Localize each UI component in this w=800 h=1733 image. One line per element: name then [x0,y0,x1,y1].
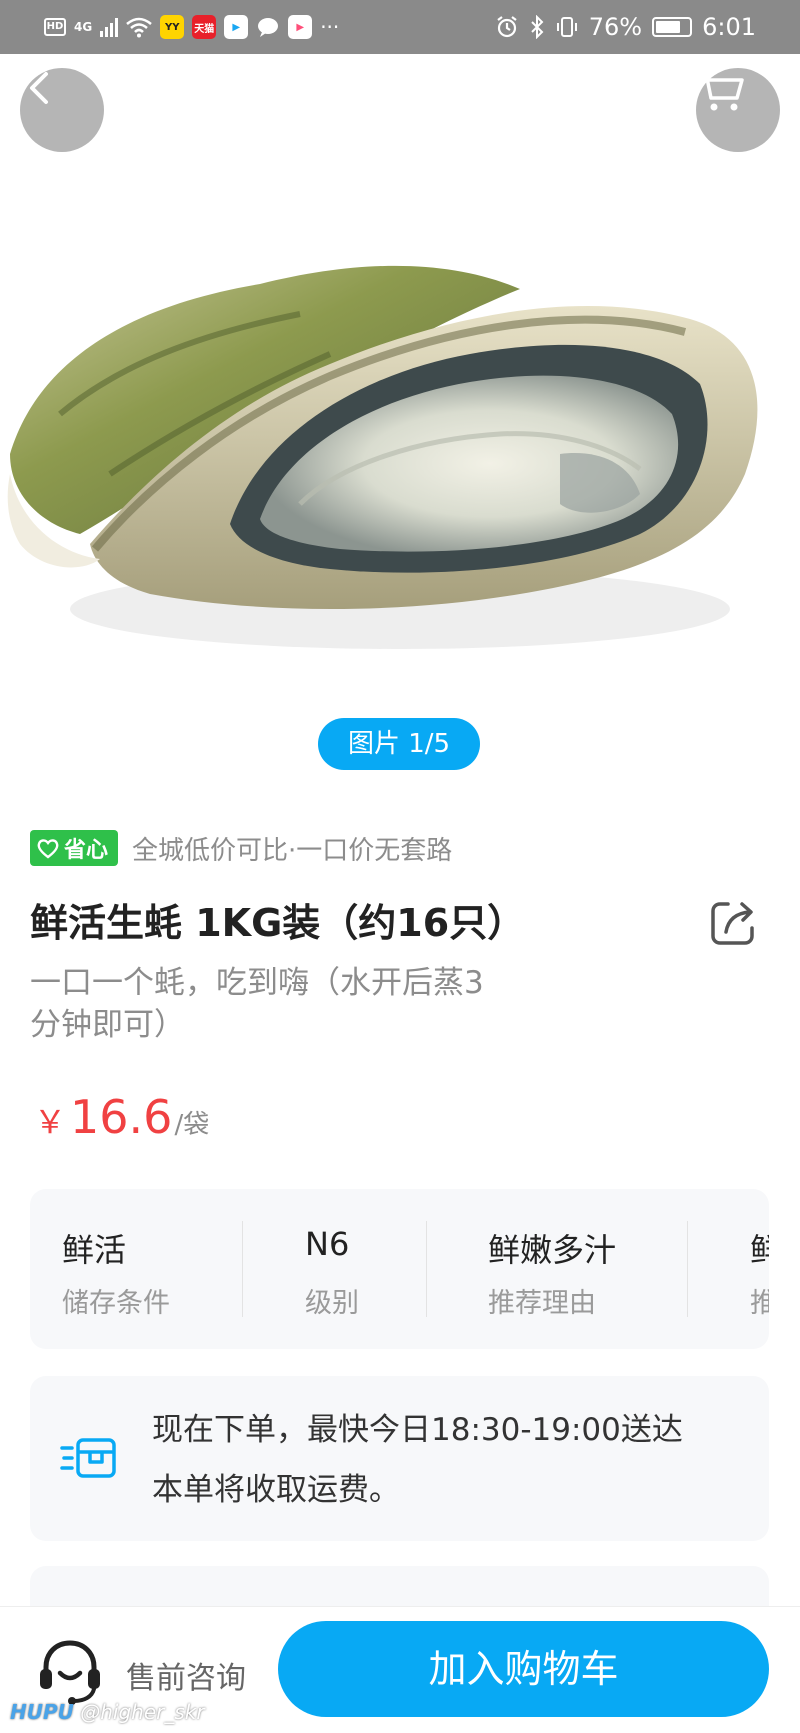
hd-icon: HD [44,18,66,36]
oyster-image [7,265,758,649]
spec-card[interactable]: 鲜活 储存条件 N6 级别 鲜嫩多汁 推荐理由 鲜 推 [30,1189,769,1349]
bluetooth-icon [531,15,544,39]
app-badge-tmall-icon: 天猫 [192,15,217,39]
share-icon[interactable] [706,896,760,950]
chat-bubble-icon [258,18,279,37]
delivery-fee-note: 本单将收取运费。 [152,1472,400,1508]
divider [242,1221,243,1317]
spec-value: N6 [305,1225,350,1263]
spec-label: 储存条件 [62,1288,170,1319]
battery-icon [652,17,693,37]
add-to-cart-button[interactable]: 加入购物车 [278,1621,769,1717]
app-badge-yy-icon: YY [160,15,185,39]
spec-value: 鲜 [750,1231,769,1269]
price-value: 16.6 [70,1090,173,1144]
watermark-brand: HUPU [10,1700,74,1724]
worry-free-badge: 省心 [30,830,119,866]
spec-label: 级别 [305,1288,359,1319]
wifi-icon [126,17,153,38]
presale-consult-label[interactable]: 售前咨询 [126,1653,246,1697]
delivery-info-card: 现在下单，最快今日18:30-19:00送达 本单将收取运费。 [30,1376,769,1541]
divider [687,1221,688,1317]
spec-value: 鲜嫩多汁 [488,1231,617,1269]
back-button[interactable] [20,68,104,152]
more-notifications-icon: ··· [320,15,340,39]
battery-percent: 76% [588,13,643,41]
product-subtitle: 一口一个蚝，吃到嗨（水开后蒸3 分钟即可） [30,962,610,1046]
network-type: 4G [74,20,93,34]
app-badge-video-icon: ▶ [288,15,313,39]
divider [426,1221,427,1317]
spec-value: 鲜活 [62,1231,127,1269]
clock: 6:01 [702,13,756,41]
spec-label: 推荐理由 [488,1288,596,1319]
cart-button[interactable] [696,68,780,152]
price-unit: /袋 [174,1110,210,1140]
delivery-time: 现在下单，最快今日18:30-19:00送达 [152,1412,683,1448]
delivery-box-icon [60,1438,116,1478]
currency-symbol: ￥ [34,1103,67,1141]
customer-service-headset-icon[interactable] [34,1635,106,1707]
subtitle-line: 一口一个蚝，吃到嗨（水开后蒸3 [30,965,484,1001]
badge-label: 省心 [64,838,109,863]
price: ￥ 16.6 /袋 [34,1090,209,1144]
status-left: HD 4G YY 天猫 ▶ ▶ ··· [44,12,339,42]
chevron-left-icon [30,72,48,104]
signal-icon [100,17,119,37]
shopping-cart-icon [697,71,744,111]
vibrate-icon [556,17,577,37]
promo-tag-row: 省心 全城低价可比·一口价无套路 [30,828,452,868]
alarm-icon [497,16,517,38]
status-right: 76% 6:01 [495,12,756,42]
status-bar: HD 4G YY 天猫 ▶ ▶ ··· 76% 6:01 [0,0,800,54]
product-image-gallery[interactable]: 图片 1/5 [0,54,800,801]
promo-tagline: 全城低价可比·一口价无套路 [132,835,453,866]
app-badge-youku-icon: ▶ [224,15,249,39]
watermark-user: @higher_skr [80,1700,205,1724]
watermark: HUPU @higher_skr [10,1700,205,1724]
product-title: 鲜活生蚝 1KG装（约16只） [30,901,526,945]
spec-label: 推 [750,1288,769,1319]
heart-shield-icon [37,839,59,859]
subtitle-line: 分钟即可） [30,1007,185,1043]
image-counter: 图片 1/5 [318,718,480,770]
